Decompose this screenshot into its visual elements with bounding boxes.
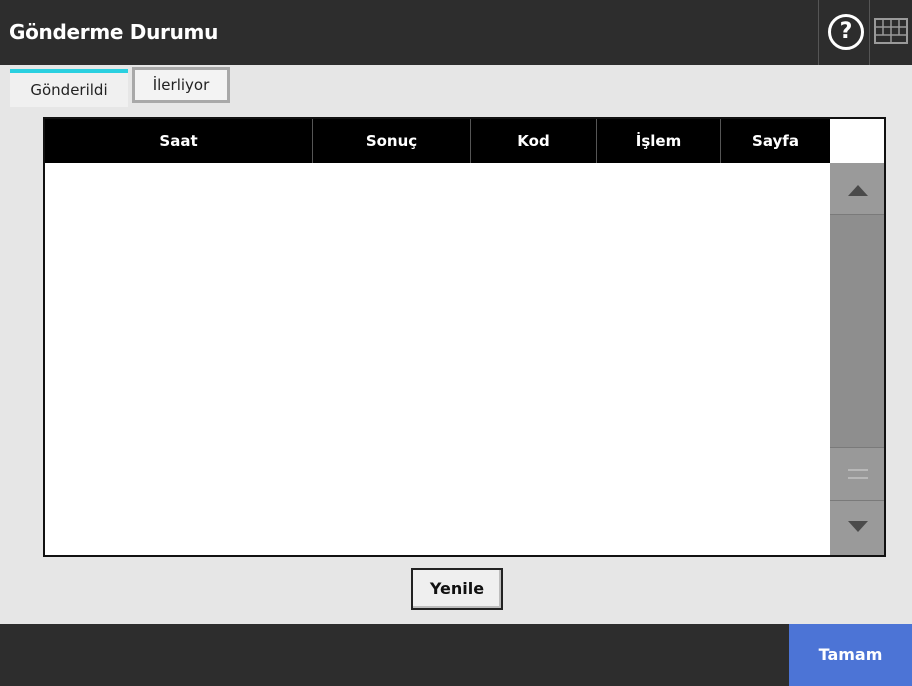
footer-bar: Tamam — [0, 624, 912, 686]
ok-button[interactable]: Tamam — [789, 624, 912, 686]
scroll-up-button[interactable] — [830, 163, 884, 215]
tab-in-progress[interactable]: İlerliyor — [132, 67, 230, 103]
content-panel: Saat Sonuç Kod İşlem Sayfa Yenile — [9, 107, 906, 624]
tab-bar: Gönderildi İlerliyor — [0, 65, 912, 107]
keyboard-button[interactable] — [870, 0, 912, 65]
grip-icon — [848, 477, 868, 479]
column-header-code: Kod — [471, 119, 597, 163]
send-status-screen: Gönderme Durumu ? Gönderildi İlerliyor S… — [0, 0, 912, 686]
scroll-thumb[interactable] — [830, 447, 884, 501]
table-header: Saat Sonuç Kod İşlem Sayfa — [45, 119, 830, 163]
status-table: Saat Sonuç Kod İşlem Sayfa — [43, 117, 886, 557]
column-header-time: Saat — [45, 119, 313, 163]
grip-icon — [848, 469, 868, 471]
keyboard-icon — [874, 18, 908, 44]
table-body — [45, 163, 830, 555]
page-title: Gönderme Durumu — [9, 20, 219, 44]
column-header-operation: İşlem — [597, 119, 721, 163]
scroll-down-button[interactable] — [830, 501, 884, 555]
help-button[interactable]: ? — [818, 0, 870, 65]
help-circle-icon: ? — [828, 14, 864, 50]
column-header-pages: Sayfa — [752, 132, 799, 150]
vertical-scrollbar[interactable] — [830, 163, 884, 555]
scroll-track[interactable] — [830, 215, 884, 447]
arrow-up-icon — [848, 185, 868, 196]
header-bar: Gönderme Durumu ? — [0, 0, 912, 65]
tab-sent[interactable]: Gönderildi — [10, 69, 128, 107]
column-header-result: Sonuç — [313, 119, 471, 163]
refresh-button[interactable]: Yenile — [411, 568, 503, 610]
arrow-down-icon — [848, 521, 868, 532]
